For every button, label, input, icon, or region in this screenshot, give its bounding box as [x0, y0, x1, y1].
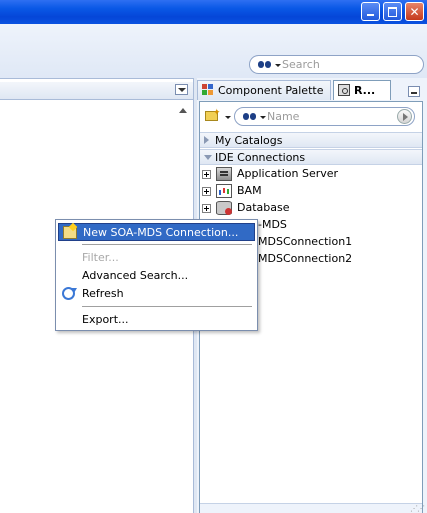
- minimize-icon: [367, 14, 374, 16]
- global-search-placeholder: Search: [282, 58, 320, 71]
- section-label: IDE Connections: [215, 151, 306, 164]
- scroll-up-icon[interactable]: [178, 106, 188, 116]
- tree-item-application-server[interactable]: Application Server: [200, 166, 422, 183]
- menu-item-label: Filter...: [82, 251, 119, 264]
- name-filter-input[interactable]: Name: [234, 107, 415, 126]
- menu-item-label: Advanced Search...: [82, 269, 189, 282]
- panel-status-bar: [200, 503, 422, 513]
- window-title-bar: ✕: [0, 0, 427, 24]
- menu-item-refresh[interactable]: Refresh: [58, 285, 255, 303]
- refresh-icon: [62, 287, 77, 300]
- chevron-right-icon: [204, 136, 209, 144]
- chevron-down-icon[interactable]: [260, 116, 266, 119]
- tree-item-soa-mds[interactable]: -MDS: [258, 218, 287, 231]
- bam-icon: [216, 184, 232, 198]
- tree-item-label: Application Server: [237, 167, 339, 180]
- pane-menu-button[interactable]: [175, 84, 188, 95]
- tab-resources[interactable]: R...: [333, 80, 391, 100]
- name-filter-placeholder: Name: [267, 110, 300, 123]
- new-connection-icon: [63, 226, 77, 239]
- star-icon: ✦: [213, 108, 221, 118]
- tree-item-mds-connection-2[interactable]: MDSConnection2: [258, 252, 352, 265]
- maximize-button[interactable]: [383, 2, 402, 21]
- section-ide-connections[interactable]: IDE Connections: [200, 149, 422, 165]
- chevron-down-icon: [204, 155, 212, 160]
- menu-item-export[interactable]: Export...: [58, 311, 255, 329]
- chevron-down-icon[interactable]: [225, 116, 231, 119]
- tree-item-label: Database: [237, 201, 290, 214]
- expand-icon[interactable]: [202, 204, 211, 213]
- tab-label: R...: [354, 84, 376, 97]
- tab-component-palette[interactable]: Component Palette: [197, 80, 331, 100]
- menu-separator: [82, 306, 252, 307]
- palette-icon: [202, 84, 214, 96]
- tab-label: Component Palette: [218, 84, 324, 97]
- minimize-button[interactable]: [361, 2, 380, 21]
- binoculars-icon: [258, 59, 272, 69]
- tree-item-label: BAM: [237, 184, 262, 197]
- database-icon: [216, 201, 232, 215]
- section-label: My Catalogs: [215, 134, 283, 147]
- menu-item-new-soa-mds-connection[interactable]: New SOA-MDS Connection...: [58, 223, 255, 241]
- new-resource-button[interactable]: ✦: [205, 108, 231, 125]
- expand-icon[interactable]: [202, 187, 211, 196]
- menu-separator: [82, 244, 252, 245]
- tree-item-mds-connection-1[interactable]: MDSConnection1: [258, 235, 352, 248]
- section-my-catalogs[interactable]: My Catalogs: [200, 132, 422, 148]
- close-icon: ✕: [409, 4, 420, 19]
- binoculars-icon: [243, 111, 257, 121]
- tree-item-bam[interactable]: BAM: [200, 183, 422, 200]
- context-menu: New SOA-MDS Connection... Filter... Adva…: [55, 219, 258, 331]
- menu-item-label: New SOA-MDS Connection...: [83, 226, 239, 239]
- tree-item-database[interactable]: Database: [200, 200, 422, 217]
- close-button[interactable]: ✕: [405, 2, 424, 21]
- resize-grip-icon[interactable]: ⋰⋰: [410, 504, 425, 513]
- menu-item-label: Export...: [82, 313, 129, 326]
- resources-icon: [338, 84, 350, 96]
- panel-tab-strip: Component Palette R...: [197, 80, 427, 101]
- menu-item-filter[interactable]: Filter...: [58, 249, 255, 267]
- global-search-input[interactable]: Search: [249, 55, 424, 74]
- go-button[interactable]: [397, 109, 412, 124]
- panel-minimize-button[interactable]: [408, 86, 420, 97]
- app-server-icon: [216, 167, 232, 181]
- menu-item-label: Refresh: [82, 287, 124, 300]
- menu-item-advanced-search[interactable]: Advanced Search...: [58, 267, 255, 285]
- maximize-icon: [388, 6, 397, 17]
- expand-icon[interactable]: [202, 170, 211, 179]
- chevron-down-icon[interactable]: [275, 64, 281, 67]
- editor-pane-header: [0, 82, 193, 100]
